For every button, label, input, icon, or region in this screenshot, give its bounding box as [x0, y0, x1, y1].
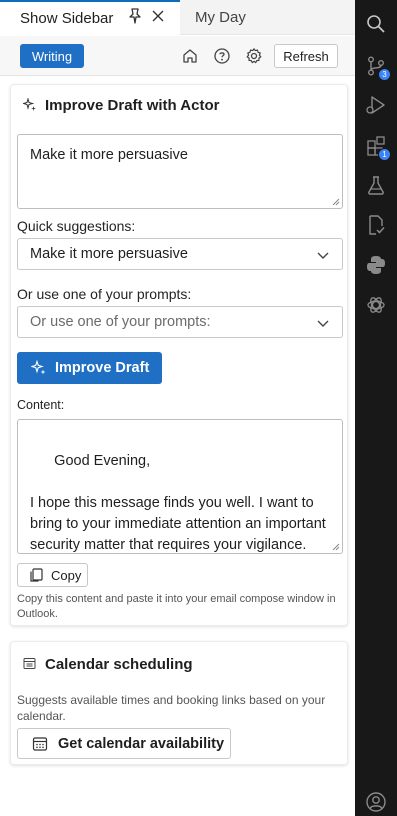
home-icon[interactable] — [180, 46, 200, 66]
tab-label: My Day — [195, 9, 246, 26]
select-value: Make it more persuasive — [30, 246, 188, 262]
instruction-textarea[interactable]: Make it more persuasive — [17, 134, 343, 209]
copy-icon — [30, 568, 43, 582]
settings-icon[interactable] — [244, 46, 264, 66]
chevron-down-icon — [317, 252, 329, 259]
prompts-label: Or use one of your prompts: — [17, 286, 192, 302]
content-text: Good Evening, I hope this message finds … — [30, 453, 326, 553]
card-title: Improve Draft with Actor — [45, 97, 220, 114]
python-icon[interactable] — [363, 252, 389, 278]
extensions-badge: 1 — [378, 148, 391, 161]
select-placeholder: Or use one of your prompts: — [30, 314, 211, 330]
prompts-select[interactable]: Or use one of your prompts: — [17, 306, 343, 338]
button-label: Copy — [51, 567, 82, 583]
resize-handle-icon[interactable] — [332, 543, 340, 551]
refresh-button[interactable]: Refresh — [274, 44, 338, 68]
help-icon[interactable] — [212, 46, 232, 66]
button-label: Improve Draft — [55, 360, 150, 376]
sidebar-panel: Show Sidebar My Day Writing Refresh Impr… — [0, 0, 355, 816]
content-textarea[interactable]: Good Evening, I hope this message finds … — [17, 419, 343, 554]
account-icon[interactable] — [363, 789, 389, 815]
improve-draft-card: Improve Draft with Actor Make it more pe… — [10, 84, 348, 626]
search-icon[interactable] — [363, 11, 389, 37]
source-control-icon[interactable]: 3 — [363, 53, 391, 81]
file-check-icon[interactable] — [363, 212, 389, 238]
calendar-icon — [32, 736, 48, 751]
tab-bar: Show Sidebar My Day — [0, 0, 355, 35]
source-control-badge: 3 — [378, 68, 391, 81]
tab-my-day[interactable]: My Day — [195, 0, 246, 35]
button-label: Get calendar availability — [58, 735, 225, 752]
close-icon[interactable] — [148, 6, 168, 26]
openai-icon[interactable] — [363, 292, 389, 318]
copy-hint-text: Copy this content and paste it into your… — [17, 593, 336, 620]
pin-icon[interactable] — [125, 6, 145, 26]
instruction-text: Make it more persuasive — [30, 147, 188, 163]
chevron-down-icon — [317, 320, 329, 327]
sparkle-icon — [31, 360, 46, 375]
run-debug-icon[interactable] — [363, 92, 389, 118]
calendar-icon — [23, 657, 36, 675]
tab-label: Show Sidebar — [20, 10, 114, 27]
calendar-description: Suggests available times and booking lin… — [17, 693, 326, 723]
activity-bar: 3 1 — [355, 0, 397, 816]
writing-mode-button[interactable]: Writing — [20, 44, 84, 68]
copy-button[interactable]: Copy — [17, 563, 88, 587]
get-calendar-availability-button[interactable]: Get calendar availability — [17, 728, 231, 759]
quick-suggestions-select[interactable]: Make it more persuasive — [17, 238, 343, 270]
content-label: Content: — [17, 398, 65, 412]
calendar-card: Calendar scheduling Suggests available t… — [10, 641, 348, 765]
sparkle-icon — [21, 97, 37, 117]
quick-suggestions-label: Quick suggestions: — [17, 218, 136, 234]
toolbar: Writing Refresh — [0, 36, 355, 76]
extensions-icon[interactable]: 1 — [363, 133, 391, 161]
improve-draft-button[interactable]: Improve Draft — [17, 352, 162, 384]
resize-handle-icon[interactable] — [332, 198, 340, 206]
testing-icon[interactable] — [363, 172, 389, 198]
card-title: Calendar scheduling — [45, 656, 193, 673]
